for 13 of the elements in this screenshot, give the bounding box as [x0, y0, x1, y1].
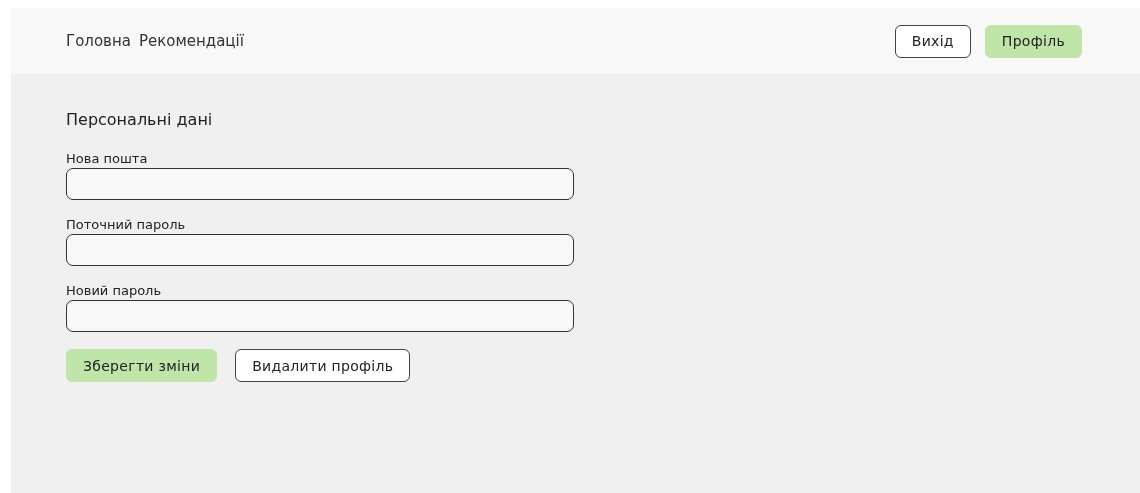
section-title: Персональні дані: [66, 110, 214, 129]
input-field[interactable]: [66, 300, 574, 332]
input-field[interactable]: [66, 168, 574, 200]
nav-link[interactable]: Головна: [66, 32, 131, 50]
field-label: Нова пошта: [66, 151, 149, 166]
profile-button[interactable]: Профіль: [984, 24, 1082, 58]
delete-button[interactable]: Видалити профіль: [235, 349, 411, 382]
nav-link[interactable]: Рекомендації: [138, 32, 244, 50]
field-label: Новий пароль: [66, 283, 163, 298]
logout-button[interactable]: Вихід: [894, 24, 971, 58]
input-field[interactable]: [66, 234, 574, 266]
field-label: Поточний пароль: [66, 217, 187, 232]
save-button[interactable]: Зберегти зміни: [66, 349, 218, 382]
